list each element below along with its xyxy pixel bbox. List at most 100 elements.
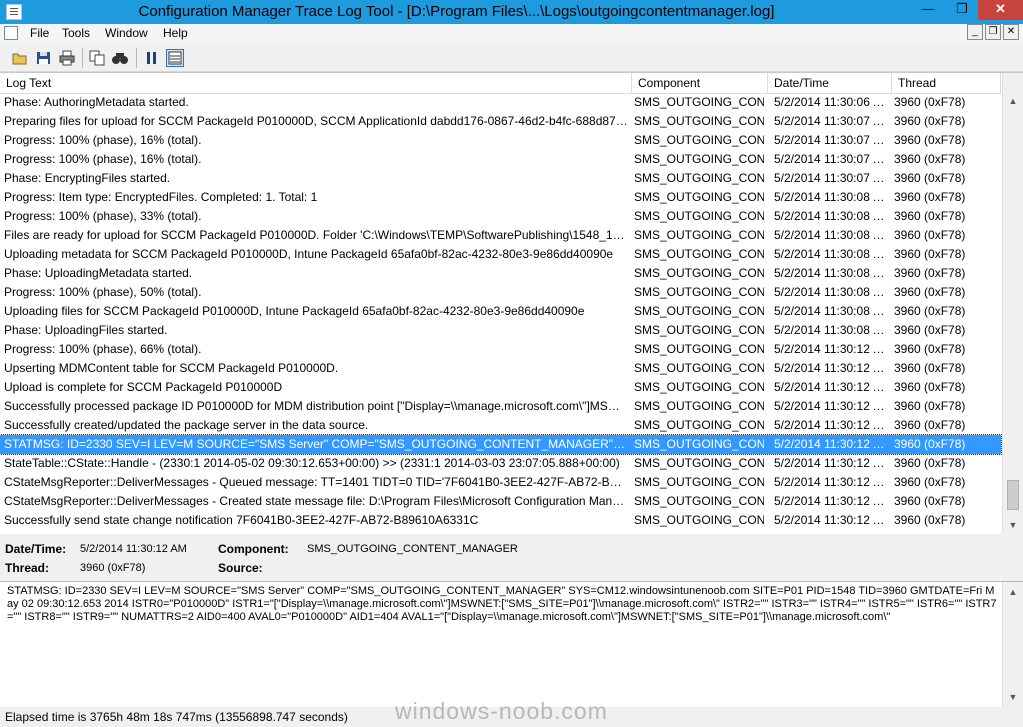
- mdi-minimize-button[interactable]: _: [967, 24, 983, 40]
- log-text-cell: Files are ready for upload for SCCM Pack…: [4, 228, 628, 242]
- datetime-cell: 5/2/2014 11:30:08 AM: [774, 285, 890, 299]
- log-text-cell: Successfully processed package ID P01000…: [4, 399, 628, 413]
- message-scroll-up-arrow-icon[interactable]: ▲: [1003, 584, 1023, 600]
- log-row[interactable]: Progress: 100% (phase), 16% (total). SMS_…: [0, 150, 1001, 169]
- scroll-up-arrow-icon[interactable]: ▲: [1003, 93, 1023, 109]
- log-row[interactable]: Preparing files for upload for SCCM Pack…: [0, 112, 1001, 131]
- log-row[interactable]: StateTable::CState::Handle - (2330:1 201…: [0, 454, 1001, 473]
- toolbar-separator: [82, 48, 83, 68]
- message-scroll-down-arrow-icon[interactable]: ▼: [1003, 689, 1023, 705]
- column-header-datetime[interactable]: Date/Time: [768, 73, 892, 93]
- thread-cell: 3960 (0xF78): [894, 190, 966, 204]
- maximize-button[interactable]: ❐: [949, 0, 975, 20]
- thread-cell: 3960 (0xF78): [894, 475, 966, 489]
- datetime-cell: 5/2/2014 11:30:12 AM: [774, 513, 890, 527]
- log-row[interactable]: Progress: 100% (phase), 16% (total). SMS_…: [0, 131, 1001, 150]
- datetime-cell: 5/2/2014 11:30:08 AM: [774, 247, 890, 261]
- datetime-cell: 5/2/2014 11:30:08 AM: [774, 304, 890, 318]
- log-row[interactable]: Successfully created/updated the package…: [0, 416, 1001, 435]
- column-header-thread[interactable]: Thread: [892, 73, 1001, 93]
- thread-cell: 3960 (0xF78): [894, 342, 966, 356]
- log-row[interactable]: Progress: 100% (phase), 50% (total). SMS_…: [0, 283, 1001, 302]
- document-icon[interactable]: [4, 26, 18, 40]
- component-cell: SMS_OUTGOING_CONTE: [634, 190, 764, 204]
- print-icon[interactable]: [58, 49, 76, 67]
- log-text-cell: STATMSG: ID=2330 SEV=I LEV=M SOURCE="SMS…: [4, 437, 628, 451]
- menu-file[interactable]: File: [30, 26, 49, 40]
- details-pane: Date/Time: 5/2/2014 11:30:12 AM Componen…: [0, 534, 1023, 580]
- log-text-cell: CStateMsgReporter::DeliverMessages - Que…: [4, 475, 628, 489]
- datetime-cell: 5/2/2014 11:30:12 AM: [774, 437, 890, 451]
- message-text[interactable]: STATMSG: ID=2330 SEV=I LEV=M SOURCE="SMS…: [7, 585, 997, 624]
- log-row[interactable]: Phase: EncryptingFiles started. SMS_OUTGO…: [0, 169, 1001, 188]
- log-text-cell: Phase: UploadingFiles started.: [4, 323, 168, 337]
- menu-window[interactable]: Window: [105, 26, 148, 40]
- column-header-component[interactable]: Component: [632, 73, 768, 93]
- log-row[interactable]: Uploading metadata for SCCM PackageId P0…: [0, 245, 1001, 264]
- component-cell: SMS_OUTGOING_CONTE: [634, 361, 764, 375]
- mdi-close-button[interactable]: ✕: [1003, 24, 1019, 40]
- datetime-cell: 5/2/2014 11:30:08 AM: [774, 323, 890, 337]
- log-text-cell: Preparing files for upload for SCCM Pack…: [4, 114, 628, 128]
- close-button[interactable]: ✕: [978, 0, 1023, 20]
- save-icon[interactable]: [35, 49, 53, 67]
- scroll-down-arrow-icon[interactable]: ▼: [1003, 517, 1023, 533]
- log-text-cell: CStateMsgReporter::DeliverMessages - Cre…: [4, 494, 628, 508]
- message-scrollbar[interactable]: ▲ ▼: [1002, 582, 1023, 707]
- log-row[interactable]: Files are ready for upload for SCCM Pack…: [0, 226, 1001, 245]
- datetime-cell: 5/2/2014 11:30:12 AM: [774, 456, 890, 470]
- component-cell: SMS_OUTGOING_CONTE: [634, 266, 764, 280]
- log-row[interactable]: Uploading files for SCCM PackageId P0100…: [0, 302, 1001, 321]
- column-header-log-text[interactable]: Log Text: [0, 73, 632, 93]
- log-text-cell: Successfully send state change notificat…: [4, 513, 479, 527]
- datetime-cell: 5/2/2014 11:30:12 AM: [774, 361, 890, 375]
- log-row[interactable]: STATMSG: ID=2330 SEV=I LEV=M SOURCE="SMS…: [0, 434, 1002, 455]
- log-row[interactable]: Phase: UploadingFiles started. SMS_OUTGOI…: [0, 321, 1001, 340]
- component-cell: SMS_OUTGOING_CONTE: [634, 380, 764, 394]
- component-cell: SMS_OUTGOING_CONTE: [634, 152, 764, 166]
- log-row[interactable]: Successfully send state change notificat…: [0, 511, 1001, 530]
- datetime-cell: 5/2/2014 11:30:12 AM: [774, 494, 890, 508]
- thread-cell: 3960 (0xF78): [894, 209, 966, 223]
- datetime-label: Date/Time:: [5, 542, 67, 556]
- details-view-icon[interactable]: [166, 49, 184, 67]
- log-text-cell: Upload is complete for SCCM PackageId P0…: [4, 380, 283, 394]
- menu-help[interactable]: Help: [163, 26, 188, 40]
- datetime-cell: 5/2/2014 11:30:08 AM: [774, 209, 890, 223]
- pause-icon[interactable]: [143, 49, 161, 67]
- component-cell: SMS_OUTGOING_CONTE: [634, 437, 764, 451]
- thread-cell: 3960 (0xF78): [894, 456, 966, 470]
- minimize-button[interactable]: —: [915, 0, 941, 20]
- log-row[interactable]: Phase: UploadingMetadata started. SMS_OUT…: [0, 264, 1001, 283]
- log-row[interactable]: Progress: 100% (phase), 66% (total). SMS_…: [0, 340, 1001, 359]
- grid-scrollbar[interactable]: ▲ ▼: [1002, 73, 1023, 535]
- menu-bar: File Tools Window Help: [0, 24, 1023, 44]
- scroll-thumb[interactable]: [1007, 480, 1019, 510]
- thread-cell: 3960 (0xF78): [894, 494, 966, 508]
- log-row[interactable]: Progress: 100% (phase), 33% (total). SMS_…: [0, 207, 1001, 226]
- thread-cell: 3960 (0xF78): [894, 304, 966, 318]
- component-cell: SMS_OUTGOING_CONTE: [634, 399, 764, 413]
- elapsed-time-text: Elapsed time is 3765h 48m 18s 747ms (135…: [5, 710, 348, 724]
- log-row[interactable]: Upload is complete for SCCM PackageId P0…: [0, 378, 1001, 397]
- toolbar-separator: [136, 48, 137, 68]
- log-row[interactable]: Successfully processed package ID P01000…: [0, 397, 1001, 416]
- log-row[interactable]: Progress: Item type: EncryptedFiles. Com…: [0, 188, 1001, 207]
- open-icon[interactable]: [11, 49, 29, 67]
- log-row[interactable]: Upserting MDMContent table for SCCM Pack…: [0, 359, 1001, 378]
- log-row[interactable]: CStateMsgReporter::DeliverMessages - Cre…: [0, 492, 1001, 511]
- component-cell: SMS_OUTGOING_CONTE: [634, 418, 764, 432]
- component-cell: SMS_OUTGOING_CONTE: [634, 114, 764, 128]
- copy-icon[interactable]: [88, 49, 106, 67]
- find-icon[interactable]: [111, 49, 129, 67]
- menu-tools[interactable]: Tools: [62, 26, 90, 40]
- log-grid[interactable]: Log Text Component Date/Time Thread Phas…: [0, 72, 1023, 535]
- message-pane[interactable]: STATMSG: ID=2330 SEV=I LEV=M SOURCE="SMS…: [0, 581, 1023, 707]
- log-row[interactable]: CStateMsgReporter::DeliverMessages - Que…: [0, 473, 1001, 492]
- component-cell: SMS_OUTGOING_CONTE: [634, 456, 764, 470]
- title-bar[interactable]: Configuration Manager Trace Log Tool - […: [0, 0, 1023, 24]
- component-cell: SMS_OUTGOING_CONTE: [634, 494, 764, 508]
- mdi-restore-button[interactable]: ❐: [985, 24, 1001, 40]
- log-row[interactable]: Phase: AuthoringMetadata started. SMS_OUT…: [0, 93, 1001, 112]
- datetime-cell: 5/2/2014 11:30:07 AM: [774, 152, 890, 166]
